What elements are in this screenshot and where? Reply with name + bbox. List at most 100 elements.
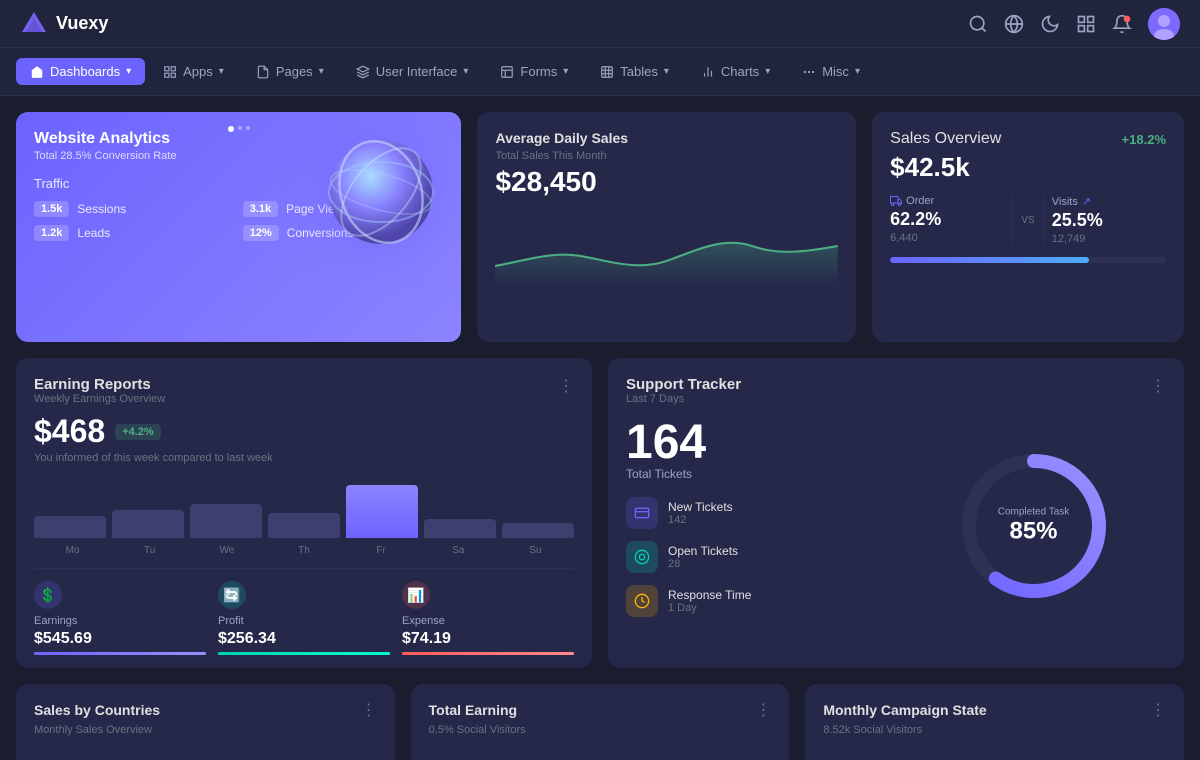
avg-sales-title: Average Daily Sales <box>495 130 838 146</box>
response-ticket-icon <box>626 585 658 617</box>
leads-badge: 1.2k <box>34 225 69 241</box>
ec-amount: $468 +4.2% <box>34 413 574 450</box>
chevron-down-icon3: ▾ <box>319 66 324 77</box>
logo-area[interactable]: Vuexy <box>20 10 108 38</box>
profit-label: Profit <box>218 615 390 627</box>
total-earning-header: Total Earning ⋮ <box>429 700 772 720</box>
external-link-icon[interactable]: ↗ <box>1082 195 1091 208</box>
st-right: Completed Task 85% <box>901 419 1166 633</box>
menu-dashboards-label: Dashboards <box>50 64 120 79</box>
earning-card: Earning Reports Weekly Earnings Overview… <box>16 358 592 668</box>
menu-pages[interactable]: Pages ▾ <box>242 58 338 85</box>
total-earning-menu[interactable]: ⋮ <box>755 700 771 720</box>
search-icon[interactable] <box>968 14 988 34</box>
profit-bar <box>218 652 390 655</box>
menu-ui[interactable]: User Interface ▾ <box>342 58 483 85</box>
bell-icon[interactable] <box>1112 14 1132 34</box>
bar-we <box>190 476 262 538</box>
open-ticket-icon <box>626 541 658 573</box>
chevron-down-icon8: ▾ <box>855 66 860 77</box>
so-amount: $42.5k <box>890 152 1166 183</box>
chevron-down-icon2: ▾ <box>219 66 224 77</box>
menu-tables[interactable]: Tables ▾ <box>586 58 683 85</box>
monthly-campaign-card: Monthly Campaign State ⋮ 8.52k Social Vi… <box>805 684 1184 760</box>
avg-sales-chart <box>495 206 838 286</box>
menu-dashboards[interactable]: Dashboards ▾ <box>16 58 145 85</box>
so-title: Sales Overview <box>890 130 1001 148</box>
earnings-value: $545.69 <box>34 630 206 648</box>
row2: Earning Reports Weekly Earnings Overview… <box>16 358 1184 668</box>
menu-charts-label: Charts <box>721 64 759 79</box>
misc-icon <box>802 65 816 79</box>
bar-su-fill <box>502 523 574 539</box>
earning-menu-button[interactable]: ⋮ <box>558 376 574 396</box>
chevron-down-icon: ▾ <box>126 66 131 77</box>
avg-sales-amount: $28,450 <box>495 166 838 198</box>
completed-pct: 85% <box>998 518 1070 546</box>
menu-apps[interactable]: Apps ▾ <box>149 58 238 85</box>
app-name: Vuexy <box>56 13 108 34</box>
layout-icon <box>500 65 514 79</box>
monthly-campaign-menu[interactable]: ⋮ <box>1150 700 1166 720</box>
conversions-badge: 12% <box>243 225 279 241</box>
st-left: 164 Total Tickets New Tickets 142 <box>626 419 891 633</box>
bar-label-su: Su <box>497 545 574 556</box>
menu-bar: Dashboards ▾ Apps ▾ Pages ▾ User Interfa… <box>0 48 1200 96</box>
expense-bar <box>402 652 574 655</box>
sales-countries-title: Sales by Countries <box>34 702 160 718</box>
sales-countries-menu[interactable]: ⋮ <box>361 700 377 720</box>
bar-label-th: Th <box>265 545 342 556</box>
expense-icon: 📊 <box>402 581 430 609</box>
expense-value: $74.19 <box>402 630 574 648</box>
dot-1 <box>238 126 242 130</box>
chevron-down-icon4: ▾ <box>463 66 468 77</box>
so-change: +18.2% <box>1122 132 1166 147</box>
so-progress-fill <box>890 257 1089 263</box>
bar-label-mo: Mo <box>34 545 111 556</box>
order-icon <box>890 195 902 207</box>
menu-forms-label: Forms <box>520 64 557 79</box>
metric-earnings: 💲 Earnings $545.69 <box>34 581 206 655</box>
menu-forms[interactable]: Forms ▾ <box>486 58 582 85</box>
donut-label: Completed Task 85% <box>998 507 1070 546</box>
avatar[interactable] <box>1148 8 1180 40</box>
translate-icon[interactable] <box>1004 14 1024 34</box>
sessions-badge: 1.5k <box>34 201 69 217</box>
traffic-item-leads: 1.2k Leads <box>34 225 235 241</box>
menu-misc-label: Misc <box>822 64 849 79</box>
support-menu-button[interactable]: ⋮ <box>1150 376 1166 396</box>
ticket-open: Open Tickets 28 <box>626 541 891 573</box>
row3: Sales by Countries ⋮ Monthly Sales Overv… <box>16 684 1184 760</box>
bar-label-sa: Sa <box>420 545 497 556</box>
new-ticket-count: 142 <box>668 514 733 526</box>
row1: Website Analytics Total 28.5% Conversion… <box>16 112 1184 342</box>
so-order-col: Order 62.2% 6,440 <box>890 195 1004 245</box>
so-order-count: 6,440 <box>890 232 1004 244</box>
metric-expense: 📊 Expense $74.19 <box>402 581 574 655</box>
apps-icon <box>163 65 177 79</box>
grid-icon[interactable] <box>1076 14 1096 34</box>
sales-overview-card: Sales Overview +18.2% $42.5k Order 62.2%… <box>872 112 1184 342</box>
table-icon <box>600 65 614 79</box>
monthly-campaign-title: Monthly Campaign State <box>823 702 986 718</box>
bar-mo <box>34 476 106 538</box>
response-ticket-text: Response Time 1 Day <box>668 588 751 614</box>
response-ticket-count: 1 Day <box>668 602 751 614</box>
so-order-pct: 62.2% <box>890 209 1004 230</box>
support-card: Support Tracker Last 7 Days ⋮ 164 Total … <box>608 358 1184 668</box>
bar-label-tu: Tu <box>111 545 188 556</box>
logo-icon <box>20 10 48 38</box>
main-content: Website Analytics Total 28.5% Conversion… <box>0 96 1200 760</box>
avg-sales-card: Average Daily Sales Total Sales This Mon… <box>477 112 856 342</box>
traffic-item-sessions: 1.5k Sessions <box>34 201 235 217</box>
moon-icon[interactable] <box>1040 14 1060 34</box>
new-ticket-text: New Tickets 142 <box>668 500 733 526</box>
bar-label-we: We <box>188 545 265 556</box>
menu-charts[interactable]: Charts ▾ <box>687 58 784 85</box>
bar-fr <box>346 476 418 538</box>
st-subtitle: Last 7 Days <box>626 393 741 405</box>
menu-misc[interactable]: Misc ▾ <box>788 58 874 85</box>
ec-title-group: Earning Reports Weekly Earnings Overview <box>34 376 165 405</box>
st-main: 164 Total Tickets New Tickets 142 <box>626 419 1166 633</box>
st-title: Support Tracker <box>626 376 741 393</box>
